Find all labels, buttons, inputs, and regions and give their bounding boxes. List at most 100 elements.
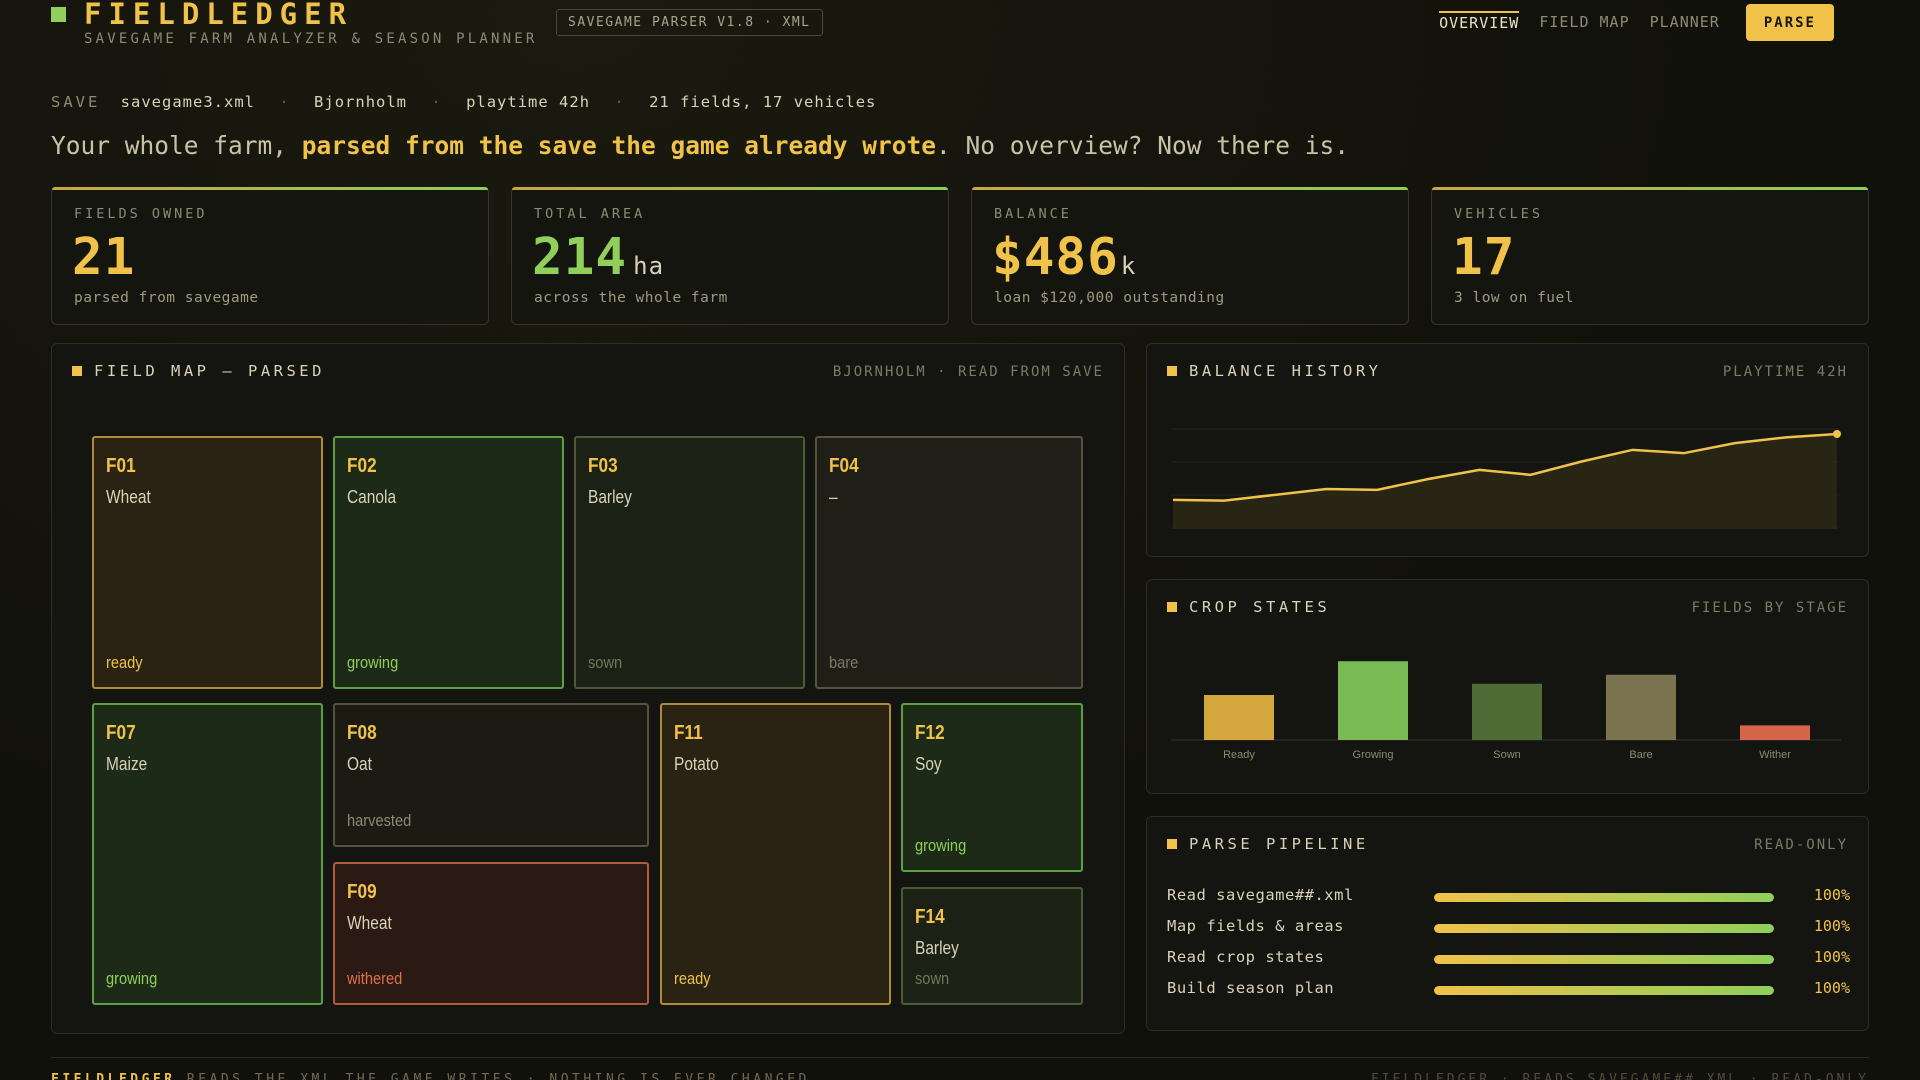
save-playtime: playtime 42h [466, 93, 591, 111]
panel-tag: READ-ONLY [1754, 837, 1848, 853]
nav-planner[interactable]: PLANNER [1650, 13, 1720, 33]
panel-title: PARSE PIPELINE [1167, 835, 1369, 853]
version-badge: SAVEGAME PARSER V1.8 · XML [556, 9, 823, 36]
field-id: F09 [347, 881, 377, 903]
nav-overview[interactable]: OVERVIEW [1439, 11, 1520, 34]
stat-card-fields: FIELDS OWNED 21 parsed from savegame [51, 187, 489, 325]
stat-card-vehicles: VEHICLES 17 3 low on fuel [1431, 187, 1869, 325]
crop-states-bar-chart: Ready Growing Sown Bare Wither [1171, 661, 1841, 761]
field-state: growing [347, 653, 399, 672]
stat-unit: k [1120, 252, 1137, 280]
save-label: SAVE [51, 93, 101, 111]
field-state: harvested [347, 811, 412, 830]
stat-value: $486k [992, 228, 1137, 287]
field-state: ready [106, 653, 143, 672]
nav-field-map[interactable]: FIELD MAP [1539, 13, 1629, 33]
pipeline-step-percent: 100% [1813, 979, 1850, 997]
bar-wither [1740, 725, 1810, 740]
field-state: growing [106, 969, 158, 988]
field-tile-f04[interactable]: F04 – bare [815, 436, 1083, 689]
field-tile-f07[interactable]: F07 Maize growing [92, 703, 323, 1005]
field-id: F04 [829, 455, 859, 477]
progress-fill [1434, 893, 1774, 902]
pipeline-step-label: Map fields & areas [1167, 917, 1344, 935]
field-state: sown [915, 969, 950, 988]
field-crop: Barley [915, 938, 959, 958]
headline-bold: parsed from the save the game already wr… [301, 131, 937, 160]
stat-value: 21 [72, 228, 136, 287]
bar-bare [1606, 674, 1676, 740]
field-id: F02 [347, 455, 377, 477]
field-state: ready [674, 969, 711, 988]
footer-right: FIELDLEDGER · READS SAVEGAME##.XML · REA… [1370, 1072, 1869, 1080]
progress-bar [1434, 986, 1774, 995]
pipeline-step-percent: 100% [1813, 948, 1850, 966]
parse-button[interactable]: PARSE [1745, 4, 1834, 41]
field-crop: – [829, 487, 838, 507]
square-bullet-icon [72, 366, 82, 376]
pipeline-step-percent: 100% [1813, 917, 1850, 935]
app-subtitle: SAVEGAME FARM ANALYZER & SEASON PLANNER [84, 31, 538, 47]
pipeline-step: Map fields & areas 100% [1167, 917, 1850, 939]
pipeline-step: Read savegame##.xml 100% [1167, 886, 1850, 908]
headline-pre: Your whole farm, [51, 131, 302, 160]
panel-tag: FIELDS BY STAGE [1691, 600, 1848, 616]
stat-value: 214 ha [532, 228, 665, 287]
progress-bar [1434, 893, 1774, 902]
pipeline-step: Read crop states 100% [1167, 948, 1850, 970]
field-state: sown [588, 653, 623, 672]
field-tile-f01[interactable]: F01 Wheat ready [92, 436, 323, 689]
save-map: Bjornholm [314, 93, 408, 111]
balance-history-panel: BALANCE HISTORY PLAYTIME 42H [1146, 343, 1869, 557]
stat-value: 17 [1452, 228, 1516, 287]
field-state: withered [347, 969, 403, 988]
field-tile-f14[interactable]: F14 Barley sown [901, 887, 1083, 1005]
field-crop: Wheat [347, 913, 392, 933]
save-file: savegame3.xml [120, 93, 255, 111]
save-info-line: SAVE savegame3.xml · Bjornholm · playtim… [51, 93, 876, 111]
stat-label: TOTAL AREA [534, 206, 646, 222]
field-id: F14 [915, 906, 945, 928]
bar-growing [1338, 661, 1408, 740]
tick-label: Wither [1759, 749, 1791, 761]
tick-label: Sown [1493, 749, 1521, 761]
tick-label: Ready [1223, 749, 1255, 761]
field-tile-f09[interactable]: F09 Wheat withered [333, 862, 649, 1005]
balance-line-chart [1171, 428, 1841, 529]
field-tile-f02[interactable]: F02 Canola growing [333, 436, 564, 689]
stat-note: parsed from savegame [74, 290, 259, 306]
field-map-panel: FIELD MAP — PARSED BJORNHOLM · READ FROM… [51, 343, 1125, 1034]
stat-note: loan $120,000 outstanding [994, 290, 1225, 306]
pipeline-step-label: Read savegame##.xml [1167, 886, 1354, 904]
stat-note: across the whole farm [534, 290, 728, 306]
progress-fill [1434, 986, 1774, 995]
field-tile-f03[interactable]: F03 Barley sown [574, 436, 805, 689]
progress-bar [1434, 955, 1774, 964]
field-crop: Oat [347, 754, 372, 774]
field-crop: Maize [106, 754, 148, 774]
panel-tag: BJORNHOLM · READ FROM SAVE [832, 364, 1104, 380]
stat-label: BALANCE [994, 206, 1072, 222]
stat-label: VEHICLES [1454, 206, 1544, 222]
field-tile-f11[interactable]: F11 Potato ready [660, 703, 891, 1005]
field-id: F08 [347, 722, 377, 744]
footer-left-text: READS THE XML THE GAME WRITES · NOTHING … [186, 1072, 810, 1080]
field-tile-f08[interactable]: F08 Oat harvested [333, 703, 649, 847]
progress-fill [1434, 955, 1774, 964]
square-bullet-icon [1167, 839, 1177, 849]
pipeline-step-percent: 100% [1813, 886, 1850, 904]
bar-sown [1472, 683, 1542, 740]
panel-tag: PLAYTIME 42H [1722, 364, 1848, 380]
bar-ready [1204, 695, 1274, 740]
headline: Your whole farm, parsed from the save th… [51, 131, 1349, 160]
field-id: F11 [674, 722, 703, 744]
field-tile-f12[interactable]: F12 Soy growing [901, 703, 1083, 872]
pipeline-step-label: Build season plan [1167, 979, 1335, 997]
app-header: FIELDLEDGER SAVEGAME FARM ANALYZER & SEA… [51, 0, 1869, 60]
field-id: F12 [915, 722, 945, 744]
square-bullet-icon [1167, 366, 1177, 376]
pipeline-step: Build season plan 100% [1167, 979, 1850, 1001]
field-id: F01 [106, 455, 136, 477]
field-id: F03 [588, 455, 618, 477]
field-crop: Wheat [106, 487, 151, 507]
